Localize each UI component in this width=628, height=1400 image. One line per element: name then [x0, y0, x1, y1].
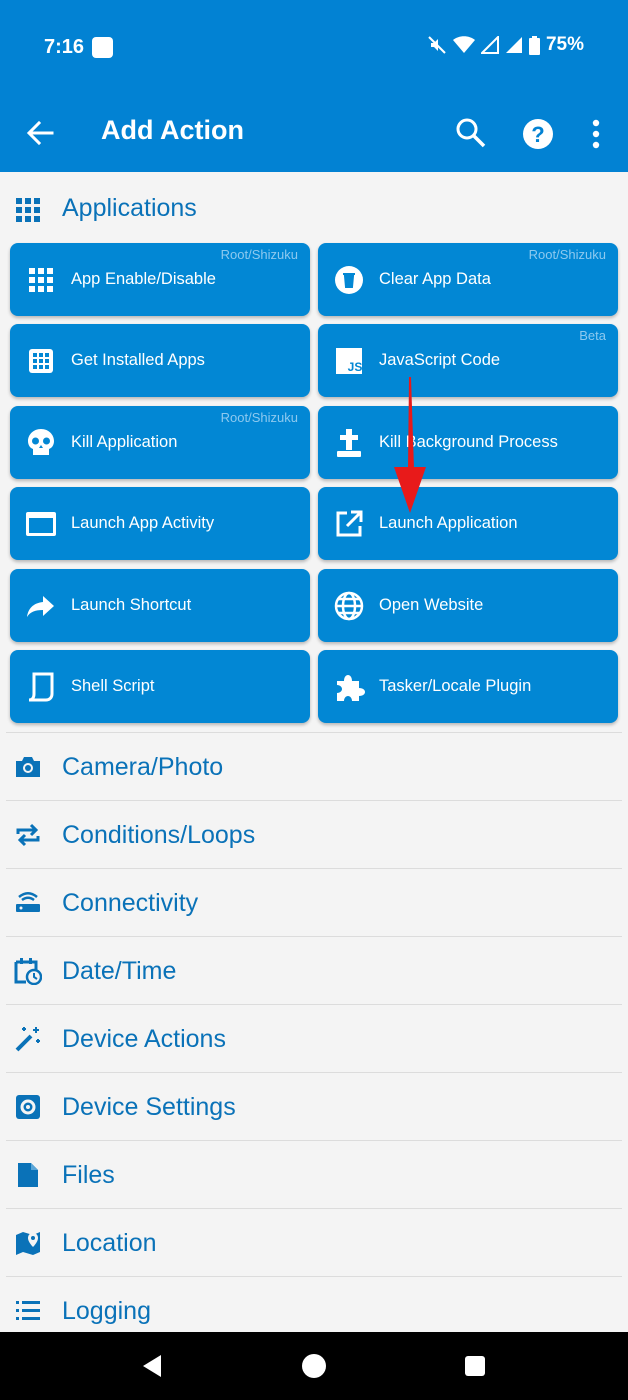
tile-tasker-locale-plugin[interactable]: Tasker/Locale Plugin	[318, 650, 618, 723]
tile-get-installed-apps[interactable]: Get Installed Apps	[10, 324, 310, 397]
share-arrow-icon	[27, 596, 54, 617]
router-icon	[16, 892, 40, 912]
section-label: Applications	[62, 194, 197, 222]
category-label: Files	[62, 1161, 115, 1189]
page-title: Add Action	[101, 115, 244, 145]
grave-icon	[337, 429, 361, 457]
signal-full-icon	[505, 37, 522, 53]
app-bar: Add Action ?	[0, 95, 628, 172]
category-label: Location	[62, 1229, 157, 1257]
signal-icon	[480, 36, 499, 54]
battery-icon	[528, 35, 540, 55]
tile-launch-shortcut[interactable]: Launch Shortcut	[10, 569, 310, 642]
js-icon: JS	[336, 348, 363, 374]
wifi-icon	[452, 36, 475, 53]
grid-icon	[29, 268, 53, 292]
map-pin-icon	[16, 1232, 40, 1255]
category-label: Date/Time	[62, 957, 177, 985]
category-device-settings[interactable]: Device Settings	[6, 1072, 622, 1141]
category-files[interactable]: Files	[6, 1140, 622, 1209]
repeat-icon	[16, 823, 40, 847]
category-label: Camera/Photo	[62, 753, 224, 781]
tile-label: Launch Application	[379, 514, 518, 532]
category-connectivity[interactable]: Connectivity	[6, 868, 622, 937]
grid-icon	[16, 198, 40, 222]
help-icon[interactable]: ?	[520, 116, 556, 152]
battery-percent: 75%	[545, 34, 584, 55]
skull-icon	[28, 429, 54, 455]
category-device-actions[interactable]: Device Actions	[6, 1004, 622, 1073]
category-camera-photo[interactable]: Camera/Photo	[6, 732, 622, 801]
window-icon	[26, 512, 56, 536]
tile-label: Kill Application	[71, 433, 178, 451]
tile-kill-application[interactable]: Kill Application Root/Shizuku	[10, 406, 310, 479]
status-time: 7:16	[44, 36, 85, 58]
tile-open-website[interactable]: Open Website	[318, 569, 618, 642]
tile-clear-app-data[interactable]: Clear App Data Root/Shizuku	[318, 243, 618, 316]
tile-label: Launch App Activity	[71, 514, 215, 532]
status-bar: 7:16 75%	[0, 0, 628, 95]
tile-launch-application[interactable]: Launch Application	[318, 487, 618, 560]
apps-icon	[29, 349, 53, 373]
mute-icon	[428, 36, 446, 54]
category-date-time[interactable]: Date/Time	[6, 936, 622, 1005]
camera-icon	[16, 757, 40, 777]
system-nav-bar	[0, 1332, 628, 1400]
category-conditions-loops[interactable]: Conditions/Loops	[6, 800, 622, 869]
nav-back-icon[interactable]	[141, 1354, 163, 1378]
tile-label: Launch Shortcut	[71, 596, 192, 614]
trash-icon	[335, 266, 363, 294]
action-list[interactable]: Applications App Enable/Disable Root/Shi…	[0, 172, 628, 1332]
category-logging[interactable]: Logging	[6, 1276, 622, 1332]
category-label: Conditions/Loops	[62, 821, 256, 849]
category-label: Connectivity	[62, 889, 199, 917]
annotation-arrow-icon	[394, 377, 426, 513]
tile-tag: Root/Shizuku	[220, 247, 298, 262]
puzzle-icon	[337, 675, 365, 701]
tile-tag: Beta	[579, 328, 606, 343]
notification-icon	[92, 37, 113, 58]
more-options-icon[interactable]	[586, 117, 606, 151]
svg-text:?: ?	[531, 122, 544, 147]
tile-label: Clear App Data	[379, 270, 491, 288]
tile-javascript-code[interactable]: JS JavaScript Code Beta	[318, 324, 618, 397]
nav-recents-icon[interactable]	[465, 1356, 485, 1376]
nav-home-icon[interactable]	[302, 1354, 326, 1378]
list-icon	[16, 1301, 40, 1320]
tile-label: Shell Script	[71, 677, 155, 695]
calendar-clock-icon	[14, 958, 42, 985]
globe-icon	[334, 591, 364, 621]
svg-text:JS: JS	[348, 360, 363, 374]
category-location[interactable]: Location	[6, 1208, 622, 1277]
settings-icon	[16, 1095, 40, 1119]
tile-tag: Root/Shizuku	[528, 247, 606, 262]
file-icon	[18, 1163, 38, 1187]
tile-label: Open Website	[379, 596, 484, 614]
magic-wand-icon	[15, 1027, 40, 1052]
search-icon[interactable]	[454, 116, 488, 150]
back-arrow-icon[interactable]	[24, 117, 56, 149]
script-icon	[28, 672, 54, 702]
category-label: Logging	[62, 1297, 151, 1325]
tile-label: JavaScript Code	[379, 351, 501, 369]
tile-label: Tasker/Locale Plugin	[379, 677, 532, 695]
section-applications[interactable]: Applications	[0, 172, 628, 244]
open-external-icon	[336, 510, 363, 537]
category-label: Device Actions	[62, 1025, 226, 1053]
tile-kill-background-process[interactable]: Kill Background Process	[318, 406, 618, 479]
status-indicators: 75%	[427, 34, 584, 56]
tile-app-enable-disable[interactable]: App Enable/Disable Root/Shizuku	[10, 243, 310, 316]
category-label: Device Settings	[62, 1093, 236, 1121]
tile-shell-script[interactable]: Shell Script	[10, 650, 310, 723]
tile-label: App Enable/Disable	[71, 270, 216, 288]
tile-launch-app-activity[interactable]: Launch App Activity	[10, 487, 310, 560]
tile-tag: Root/Shizuku	[220, 410, 298, 425]
tile-label: Get Installed Apps	[71, 351, 205, 369]
